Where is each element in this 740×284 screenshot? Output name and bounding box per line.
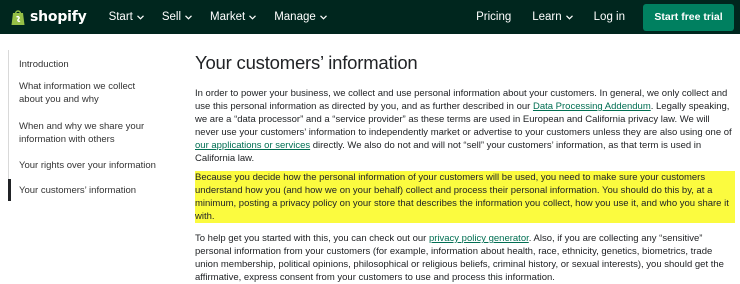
toc-item-information-we-collect[interactable]: What information we collect about you an… <box>8 75 158 117</box>
article: Your customers’ information In order to … <box>195 52 735 284</box>
toc-item-sharing-information[interactable]: When and why we share your information w… <box>8 117 158 156</box>
menu-sell-label: Sell <box>161 11 182 23</box>
main-menu: Start Sell Market Manage <box>109 11 327 23</box>
highlighted-paragraph: Because you decide how the personal info… <box>195 171 735 223</box>
paragraph-data-processing: In order to power your business, we coll… <box>195 87 735 165</box>
account-menu: Pricing Learn Log in Start free trial <box>476 3 740 31</box>
menu-market[interactable]: Market <box>210 11 257 23</box>
toc-item-introduction[interactable]: Introduction <box>8 50 158 75</box>
menu-learn[interactable]: Learn <box>532 11 573 23</box>
menu-sell[interactable]: Sell <box>162 11 192 23</box>
table-of-contents: Introduction What information we collect… <box>8 50 158 201</box>
privacy-policy-generator-link[interactable]: privacy policy generator <box>429 233 529 244</box>
login-link[interactable]: Log in <box>594 11 625 23</box>
toc-item-customers-information-active[interactable]: Your customers’ information <box>8 179 158 201</box>
chevron-down-icon <box>185 14 192 20</box>
menu-manage-label: Manage <box>274 11 316 23</box>
applications-or-services-link[interactable]: our applications or services <box>195 140 310 151</box>
paragraph-text: To help get you started with this, you c… <box>195 233 429 244</box>
menu-start-label: Start <box>108 11 133 23</box>
chevron-down-icon <box>249 14 257 20</box>
menu-market-label: Market <box>210 11 246 23</box>
chevron-down-icon <box>565 14 573 20</box>
menu-learn-label: Learn <box>532 11 562 23</box>
shopping-bag-icon <box>11 10 25 25</box>
menu-start[interactable]: Start <box>109 11 144 23</box>
toc-item-your-rights[interactable]: Your rights over your information <box>8 156 158 179</box>
start-free-trial-button[interactable]: Start free trial <box>643 3 734 31</box>
chevron-down-icon <box>319 14 327 20</box>
top-navigation: shopify Start Sell Market Manage Pricing… <box>0 0 740 34</box>
data-processing-addendum-link[interactable]: Data Processing Addendum <box>533 101 651 112</box>
menu-manage[interactable]: Manage <box>274 11 327 23</box>
paragraph-privacy-policy: To help get you started with this, you c… <box>195 232 735 284</box>
chevron-down-icon <box>136 14 144 20</box>
logo-wordmark: shopify <box>30 9 87 25</box>
pricing-link[interactable]: Pricing <box>476 11 511 23</box>
shopify-logo[interactable]: shopify <box>10 8 87 26</box>
page-title: Your customers’ information <box>195 52 418 73</box>
